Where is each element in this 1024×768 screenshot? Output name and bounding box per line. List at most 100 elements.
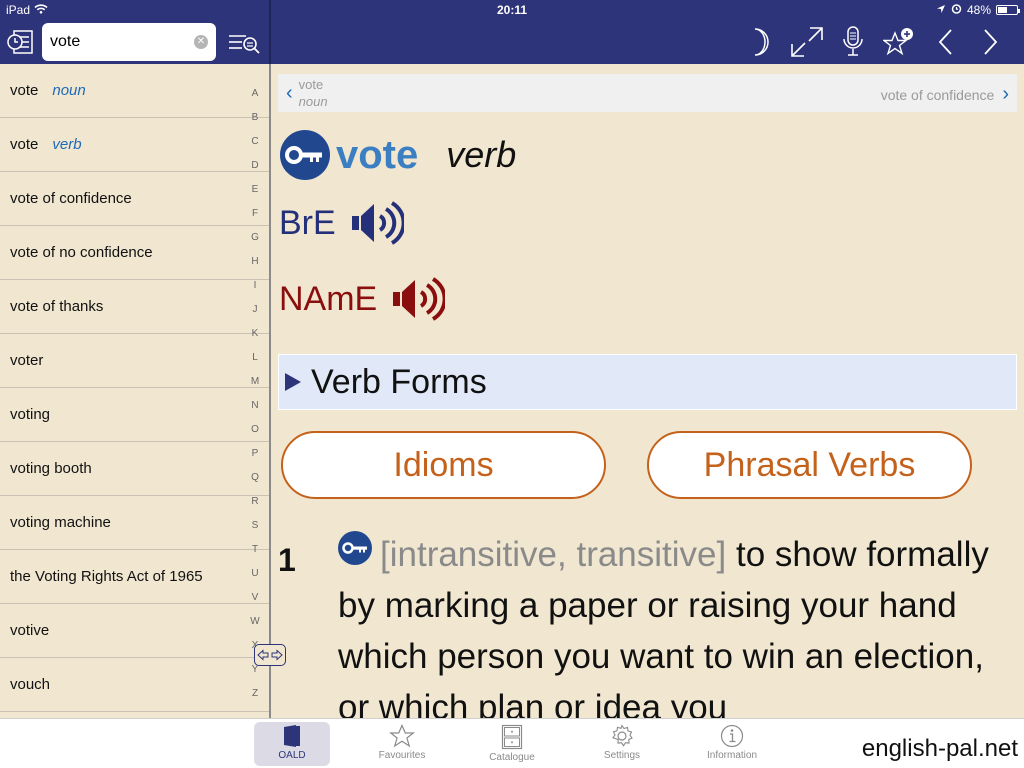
list-item[interactable]: votive	[0, 604, 269, 658]
list-item[interactable]: voting	[0, 388, 269, 442]
list-item-pos: noun	[52, 82, 86, 99]
search-options-icon	[229, 35, 260, 54]
list-item[interactable]: vote of confidence	[0, 172, 269, 226]
tab-settings[interactable]: Settings	[584, 722, 660, 766]
oxford-3000-key-icon	[338, 531, 372, 565]
sense-definition-block: [intransitive, transitive] to show forma…	[338, 529, 1022, 718]
alphabet-index-letter[interactable]: J	[246, 300, 264, 324]
alphabet-index-letter[interactable]: O	[246, 420, 264, 444]
battery-percent: 48%	[966, 3, 991, 17]
alarm-icon	[951, 3, 962, 17]
alphabet-index-letter[interactable]: A	[246, 84, 264, 108]
chevron-left-icon: ‹	[286, 81, 293, 104]
alphabet-index-letter[interactable]: N	[246, 396, 264, 420]
tab-information[interactable]: Information	[694, 722, 770, 766]
search-field[interactable]: ✕	[42, 23, 216, 61]
tab-bar: OALD Favourites Catalogue Settings Infor…	[0, 718, 1024, 768]
alphabet-index-letter[interactable]: S	[246, 516, 264, 540]
history-icon	[7, 30, 33, 54]
tab-favourites[interactable]: Favourites	[364, 722, 440, 766]
list-item-word: voting booth	[10, 460, 92, 477]
alphabet-index-letter[interactable]: K	[246, 324, 264, 348]
list-item[interactable]: vouch	[0, 658, 269, 712]
alphabet-index[interactable]: ABCDEFGHIJKLMNOPQRSTUVWXYZ	[246, 84, 264, 708]
alphabet-index-letter[interactable]: R	[246, 492, 264, 516]
list-item[interactable]: vote verb	[0, 118, 269, 172]
night-mode-button[interactable]	[738, 24, 784, 60]
list-item[interactable]: vote of no confidence	[0, 226, 269, 280]
alphabet-index-letter[interactable]: W	[246, 612, 264, 636]
list-item[interactable]: the Voting Rights Act of 1965	[0, 550, 269, 604]
history-button[interactable]	[6, 28, 36, 56]
alphabet-index-letter[interactable]: T	[246, 540, 264, 564]
alphabet-index-letter[interactable]: C	[246, 132, 264, 156]
tab-label: Favourites	[378, 750, 426, 761]
list-item-word: voter	[10, 352, 44, 369]
entry-navigation: ‹ vote noun vote of confidence ›	[278, 74, 1017, 112]
alphabet-index-letter[interactable]: H	[246, 252, 264, 276]
clear-search-button[interactable]: ✕	[194, 35, 208, 49]
list-item[interactable]: voter	[0, 334, 269, 388]
alphabet-index-letter[interactable]: P	[246, 444, 264, 468]
alphabet-index-letter[interactable]: V	[246, 588, 264, 612]
alphabet-index-letter[interactable]: M	[246, 372, 264, 396]
alphabet-index-letter[interactable]: U	[246, 564, 264, 588]
list-item[interactable]: voting booth	[0, 442, 269, 496]
list-item[interactable]: voting machine	[0, 496, 269, 550]
expand-icon	[791, 27, 823, 57]
gear-icon	[612, 724, 633, 747]
moon-icon	[754, 28, 769, 56]
tab-catalogue[interactable]: Catalogue	[474, 722, 550, 766]
list-item-word: vote of thanks	[10, 298, 104, 315]
verb-forms-toggle[interactable]: Verb Forms	[278, 354, 1017, 410]
list-item-word: vote	[10, 136, 39, 153]
microphone-button[interactable]	[830, 24, 876, 60]
name-label: NAmE	[279, 279, 378, 318]
info-icon	[720, 724, 744, 748]
alphabet-index-letter[interactable]: B	[246, 108, 264, 132]
grammar-label: [intransitive, transitive]	[380, 535, 727, 574]
toolbar-right	[738, 24, 1014, 60]
alphabet-index-letter[interactable]: Z	[246, 684, 264, 708]
alphabet-index-letter[interactable]: D	[246, 156, 264, 180]
alphabet-index-letter[interactable]: E	[246, 180, 264, 204]
list-item-word: vote of no confidence	[10, 244, 153, 261]
bre-pronunciation-button[interactable]: BrE	[279, 200, 404, 246]
chevron-right-icon: ›	[1002, 83, 1009, 105]
entry-pane: ‹ vote noun vote of confidence › vote ve…	[271, 64, 1024, 718]
list-item-word: voting machine	[10, 514, 111, 531]
list-item-word: vouch	[10, 676, 51, 693]
fullscreen-button[interactable]	[784, 24, 830, 60]
name-pronunciation-button[interactable]: NAmE	[279, 276, 446, 322]
list-item-word: vote	[10, 82, 39, 99]
search-options-button[interactable]	[228, 32, 260, 54]
headword: vote	[336, 132, 419, 177]
alphabet-index-letter[interactable]: Q	[246, 468, 264, 492]
search-input[interactable]	[50, 31, 190, 53]
sense-number: 1	[278, 542, 296, 578]
alphabet-index-letter[interactable]: L	[246, 348, 264, 372]
word-list: vote noun vote verb vote of confidence vot…	[0, 64, 269, 718]
bre-label: BrE	[279, 203, 336, 242]
list-item-word: votive	[10, 622, 50, 639]
previous-entry-link[interactable]: ‹ vote noun	[286, 76, 328, 110]
list-item[interactable]: vote noun	[0, 64, 269, 118]
speaker-icon	[351, 201, 404, 245]
alphabet-index-letter[interactable]: I	[246, 276, 264, 300]
list-item-word: voting	[10, 406, 51, 423]
back-button[interactable]	[922, 24, 968, 60]
add-favourite-button[interactable]	[876, 24, 922, 60]
star-icon	[389, 724, 415, 748]
list-item[interactable]: vote of thanks	[0, 280, 269, 334]
previous-entry-pos: noun	[298, 94, 328, 109]
part-of-speech: verb	[446, 134, 517, 175]
idioms-button[interactable]: Idioms	[281, 431, 606, 499]
phrasal-verbs-button[interactable]: Phrasal Verbs	[647, 431, 972, 499]
next-entry-link[interactable]: vote of confidence ›	[881, 83, 1009, 106]
pane-resize-handle[interactable]	[254, 644, 286, 666]
tab-oald[interactable]: OALD	[254, 722, 330, 766]
tab-label: OALD	[278, 750, 306, 761]
forward-button[interactable]	[968, 24, 1014, 60]
alphabet-index-letter[interactable]: F	[246, 204, 264, 228]
alphabet-index-letter[interactable]: G	[246, 228, 264, 252]
